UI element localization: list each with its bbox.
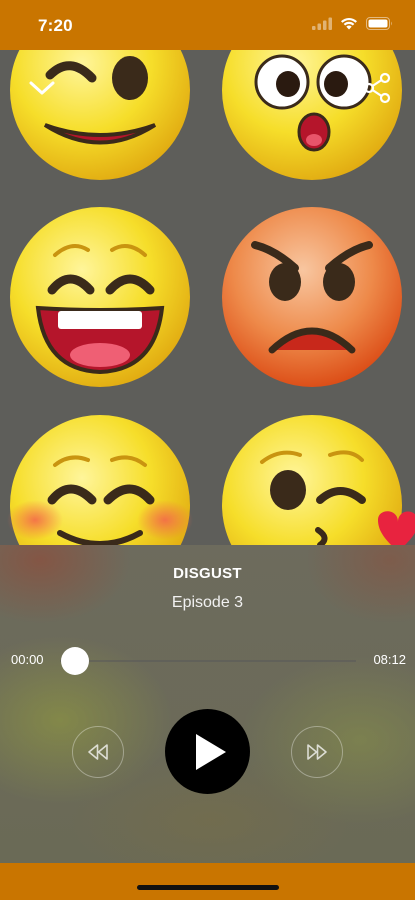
progress-thumb[interactable] [61, 647, 89, 675]
play-icon [195, 733, 226, 770]
wifi-icon [340, 17, 358, 30]
emoji-collage [7, 50, 415, 545]
episode-title: DISGUST [173, 565, 242, 582]
status-bar: 7:20 [0, 0, 415, 50]
elapsed-time: 00:00 [11, 652, 44, 667]
bottom-bar [0, 863, 415, 900]
rewind-icon [88, 744, 108, 760]
chevron-down-icon [29, 81, 55, 95]
share-button[interactable] [360, 70, 396, 106]
progress-track[interactable] [60, 660, 356, 662]
angry-emoji [222, 207, 402, 387]
collapse-button[interactable] [24, 70, 60, 106]
kissing-emoji [222, 415, 415, 545]
laughing-emoji [10, 207, 190, 387]
episode-artwork [0, 50, 415, 545]
episode-subtitle: Episode 3 [171, 594, 244, 611]
home-indicator[interactable] [137, 885, 279, 890]
fast-forward-button[interactable] [291, 726, 343, 778]
share-icon [363, 72, 391, 104]
blushing-emoji [7, 415, 193, 545]
battery-icon [366, 17, 393, 30]
total-time: 08:12 [373, 652, 406, 667]
fast-forward-icon [307, 744, 327, 760]
play-button[interactable] [165, 709, 250, 794]
cellular-signal-icon [312, 17, 332, 30]
rewind-button[interactable] [72, 726, 124, 778]
status-time: 7:20 [38, 16, 73, 35]
